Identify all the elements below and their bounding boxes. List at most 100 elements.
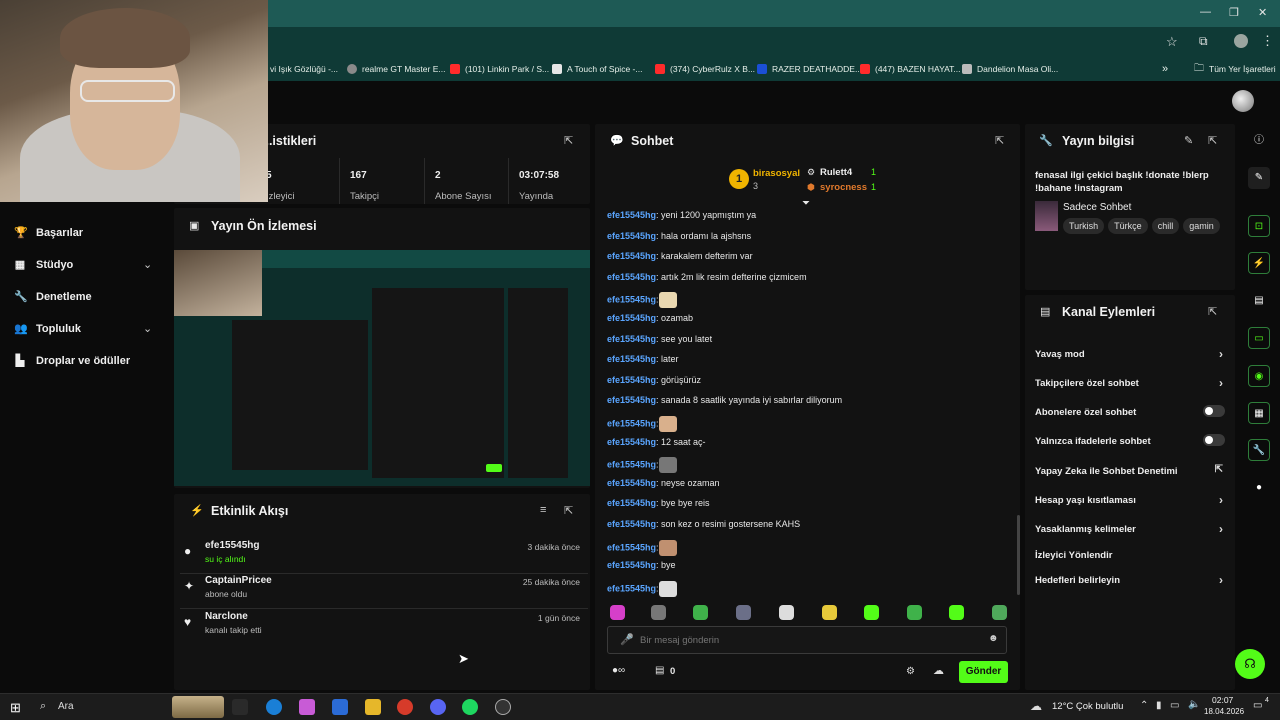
chat-username[interactable]: efe15545hg xyxy=(607,313,656,323)
popout-icon[interactable]: ⇱ xyxy=(1208,305,1217,318)
event-user[interactable]: Narclone xyxy=(205,611,248,622)
gift-icon[interactable]: ▤ xyxy=(655,665,664,676)
info-icon[interactable]: ⓘ xyxy=(1248,130,1270,152)
weather-text[interactable]: 12°C Çok bulutlu xyxy=(1052,701,1123,712)
close-icon[interactable]: ✕ xyxy=(1258,6,1267,19)
gear-icon[interactable]: ⚙ xyxy=(906,666,915,677)
filter-icon[interactable]: ≡ xyxy=(540,504,546,516)
bolt-icon[interactable]: ⚡ xyxy=(1248,252,1270,274)
emote-icon[interactable] xyxy=(822,605,837,620)
network-icon[interactable]: ▭ xyxy=(1170,700,1179,711)
chat-icon[interactable]: ▭ xyxy=(1248,327,1270,349)
chevron-right-icon[interactable]: › xyxy=(1219,522,1223,536)
emote-icon[interactable] xyxy=(651,605,666,620)
taskbar-search-text[interactable]: Ara xyxy=(58,701,74,712)
edge-icon[interactable] xyxy=(266,699,282,715)
bookmark-item[interactable]: RAZER DEATHADDE... xyxy=(757,57,862,81)
emote-icon[interactable] xyxy=(736,605,751,620)
event-user[interactable]: efe15545hg xyxy=(205,540,259,551)
bookmark-item[interactable]: realme GT Master E... xyxy=(347,57,445,81)
emote-icon[interactable] xyxy=(779,605,794,620)
bookmarks-overflow[interactable]: » xyxy=(1162,57,1168,81)
wrench-icon[interactable]: 🔧 xyxy=(1248,439,1270,461)
channel-action-item[interactable]: Yavaş mod › xyxy=(1035,347,1225,361)
chat-username[interactable]: efe15545hg xyxy=(607,498,656,508)
channel-action-item[interactable]: Yasaklanmış kelimeler › xyxy=(1035,522,1225,536)
emote-icon[interactable] xyxy=(907,605,922,620)
chat-username[interactable]: efe15545hg xyxy=(607,375,656,385)
tag-chip[interactable]: Türkçe xyxy=(1108,218,1148,234)
discord-icon[interactable] xyxy=(430,699,446,715)
channel-action-item[interactable]: Yalnızca ifadelerle sohbet xyxy=(1035,434,1225,447)
chrome-icon[interactable] xyxy=(397,699,413,715)
microphone-icon[interactable]: ▮ xyxy=(1156,700,1162,711)
search-icon[interactable]: ⌕ xyxy=(40,700,46,713)
bookmark-item[interactable]: (447) BAZEN HAYAT... xyxy=(860,57,961,81)
profile-avatar[interactable] xyxy=(1234,34,1248,48)
chat-username[interactable]: efe15545hg xyxy=(607,395,656,405)
popout-icon[interactable]: ⇱ xyxy=(564,504,573,517)
file-explorer-icon[interactable] xyxy=(365,699,381,715)
notifications-icon[interactable]: ▭ xyxy=(1253,700,1262,711)
store-icon[interactable] xyxy=(332,699,348,715)
broadcast-icon[interactable]: ◉ xyxy=(1248,365,1270,387)
chat-username[interactable]: efe15545hg xyxy=(607,583,656,593)
channel-action-item[interactable]: Takipçilere özel sohbet › xyxy=(1035,376,1225,390)
emote-icon[interactable] xyxy=(992,605,1007,620)
chat-username[interactable]: efe15545hg xyxy=(607,354,656,364)
tag-chip[interactable]: Turkish xyxy=(1063,218,1105,234)
restore-icon[interactable]: ❐ xyxy=(1229,6,1239,19)
sidebar-item-droplar[interactable]: ▙ Droplar ve ödüller xyxy=(14,354,130,368)
stream-preview-video[interactable] xyxy=(174,250,590,486)
bookmark-item[interactable]: A Touch of Spice -... xyxy=(552,57,642,81)
microphone-icon[interactable]: 🎤 xyxy=(620,633,634,646)
chat-username[interactable]: efe15545hg xyxy=(607,251,656,261)
chevron-right-icon[interactable]: › xyxy=(1219,573,1223,587)
popout-icon[interactable]: ⇱ xyxy=(1208,134,1217,147)
toggle-switch[interactable] xyxy=(1203,434,1225,446)
task-view-icon[interactable] xyxy=(232,699,248,715)
chat-input-box[interactable]: 🎤 ☻ xyxy=(607,626,1007,654)
toggle-switch[interactable] xyxy=(1203,405,1225,417)
chat-username[interactable]: efe15545hg xyxy=(607,560,656,570)
chat-username[interactable]: efe15545hg xyxy=(607,418,656,428)
clock-date[interactable]: 18.04.2026 xyxy=(1204,707,1244,716)
chat-username[interactable]: efe15545hg xyxy=(607,437,656,447)
channel-action-item[interactable]: Yapay Zeka ile Sohbet Denetimi ⇱ xyxy=(1035,464,1225,477)
bot-icon[interactable]: ☁ xyxy=(933,664,944,677)
emote-icon[interactable] xyxy=(610,605,625,620)
channel-action-item[interactable]: Hesap yaşı kısıtlaması › xyxy=(1035,493,1225,507)
chat-scrollbar[interactable] xyxy=(1017,515,1020,595)
search-highlight-image[interactable] xyxy=(172,696,224,718)
chat-username[interactable]: efe15545hg xyxy=(607,272,656,282)
popout-icon[interactable]: ⇱ xyxy=(995,134,1004,147)
leader-first-user[interactable]: birasosyal xyxy=(753,168,800,179)
drops-icon[interactable]: ● xyxy=(1248,477,1270,499)
volume-icon[interactable]: 🔈 xyxy=(1188,699,1200,710)
windows-start-icon[interactable]: ⊞ xyxy=(10,700,21,716)
chevron-down-icon[interactable]: ⌄ xyxy=(143,258,152,271)
channel-action-item[interactable]: Hedefleri belirleyin › xyxy=(1035,573,1225,587)
leader-third-user[interactable]: syrocness xyxy=(820,182,867,193)
tag-chip[interactable]: chill xyxy=(1151,218,1180,234)
event-user[interactable]: CaptainPricee xyxy=(205,575,272,586)
chat-username[interactable]: efe15545hg xyxy=(607,542,656,552)
support-icon[interactable]: ☊ xyxy=(1235,649,1265,679)
document-icon[interactable]: ▤ xyxy=(1248,290,1270,312)
bookmark-item[interactable]: (101) Linkin Park / S... xyxy=(450,57,549,81)
chat-message-input[interactable] xyxy=(640,631,980,649)
menu-icon[interactable]: ⋮ xyxy=(1261,33,1274,49)
emoji-icon[interactable]: ☻ xyxy=(988,633,999,644)
chat-username[interactable]: efe15545hg xyxy=(607,210,656,220)
channel-action-item[interactable]: İzleyici Yönlendir xyxy=(1035,550,1225,561)
chat-username[interactable]: efe15545hg xyxy=(607,334,656,344)
chat-username[interactable]: efe15545hg xyxy=(607,460,656,470)
sidebar-item-basarilar[interactable]: 🏆 Başarılar xyxy=(14,226,83,240)
star-icon[interactable]: ☆ xyxy=(1166,34,1178,50)
chevron-down-icon[interactable]: ⌄ xyxy=(143,322,152,335)
chevron-right-icon[interactable]: › xyxy=(1219,347,1223,361)
chevron-right-icon[interactable]: › xyxy=(1219,493,1223,507)
sidebar-item-denetleme[interactable]: 🔧 Denetleme xyxy=(14,290,92,304)
minimize-icon[interactable]: — xyxy=(1200,6,1211,18)
bookmark-item[interactable]: vi Işık Gözlüğü -... xyxy=(270,57,338,81)
